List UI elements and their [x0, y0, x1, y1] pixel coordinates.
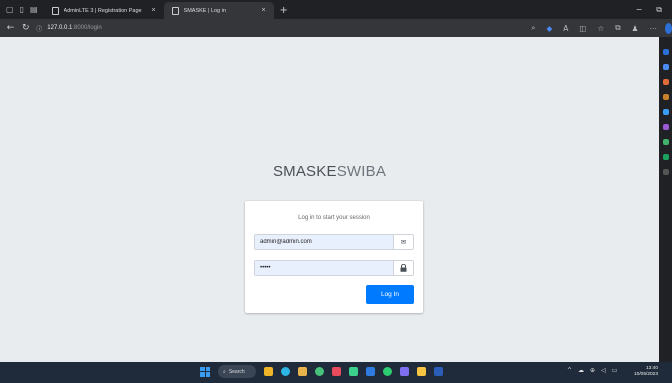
discover-icon[interactable]	[662, 64, 669, 70]
envelope-icon: ✉	[393, 235, 413, 249]
file-explorer-icon[interactable]	[264, 367, 273, 376]
zoom-icon[interactable]: ⌕	[531, 23, 535, 33]
split-screen-icon[interactable]: ◫	[579, 24, 586, 33]
word-icon[interactable]	[434, 367, 443, 376]
tools-icon[interactable]	[662, 94, 669, 100]
tab-title: AdminLTE 3 | Registration Page	[63, 7, 142, 14]
close-icon[interactable]: ×	[261, 7, 265, 14]
chrome-icon[interactable]	[298, 367, 307, 376]
tab-registration[interactable]: AdminLTE 3 | Registration Page ×	[44, 2, 164, 19]
app-icon[interactable]	[400, 367, 409, 376]
clock-date: 10/05/2023	[633, 372, 658, 377]
restore-icon[interactable]: ⧉	[656, 5, 662, 15]
window-menu-icon[interactable]: ▢	[6, 5, 14, 14]
edge-sidebar	[659, 37, 672, 362]
tab-login[interactable]: SMASKE | Log in ×	[163, 2, 274, 19]
profile-avatar[interactable]	[664, 22, 672, 34]
taskbar-apps: ⌕ Search	[200, 365, 443, 378]
outlook-icon[interactable]	[662, 139, 669, 145]
logo-light: SWIBA	[336, 163, 387, 180]
login-card: Log in to start your session ✉ Log In	[245, 201, 423, 313]
app-icon[interactable]	[332, 367, 341, 376]
cloud-icon[interactable]: ☁	[578, 367, 584, 374]
new-tab-button[interactable]: +	[274, 2, 294, 19]
address-bar[interactable]: ⓘ 127.0.0.1:8000/login	[36, 22, 521, 35]
password-input[interactable]	[255, 261, 393, 275]
shopping-icon[interactable]	[662, 79, 669, 85]
page-icon	[51, 6, 59, 15]
url-path: :8000/login	[72, 25, 102, 31]
collections-icon[interactable]: ⧉	[615, 23, 620, 33]
search-icon: ⌕	[223, 368, 226, 375]
login-button[interactable]: Log In	[366, 285, 414, 304]
login-page: SMASKESWIBA Log in to start your session…	[0, 37, 659, 362]
info-icon[interactable]: ⓘ	[36, 24, 42, 33]
vscode-icon[interactable]	[366, 367, 375, 376]
taskbar-clock[interactable]: 13:40 10/05/2023	[630, 366, 658, 378]
office-icon[interactable]	[662, 124, 669, 130]
close-icon[interactable]: ×	[151, 7, 155, 14]
windows-icon[interactable]	[200, 366, 210, 377]
app-icon[interactable]	[383, 367, 392, 376]
window-icons: ▢ ▯ ▤	[0, 0, 44, 19]
edge-icon[interactable]	[281, 367, 290, 376]
taskbar: ⌕ Search ^ ☁ ⊕ ◁ ▭ 13:40 10/05/2023	[0, 362, 672, 383]
browser-tab-strip: ▢ ▯ ▤ AdminLTE 3 | Registration Page × S…	[0, 0, 672, 19]
toolbar-icons: ⌕ ◆ A ◫ ☆ ⧉ ♟ ⋯	[531, 23, 657, 33]
password-group	[254, 260, 414, 276]
volume-icon[interactable]: ◁	[601, 367, 606, 374]
add-icon[interactable]	[662, 169, 669, 175]
login-message: Log in to start your session	[298, 215, 370, 221]
network-icon[interactable]: ⊕	[590, 367, 595, 374]
tab-actions-icon[interactable]: ▯	[20, 5, 24, 14]
tab-title: SMASKE | Log in	[183, 7, 226, 14]
drop-icon[interactable]	[662, 154, 669, 160]
read-aloud-icon[interactable]: A	[563, 24, 568, 33]
refresh-icon[interactable]: ↻	[21, 23, 30, 33]
email-group: ✉	[254, 234, 414, 250]
app-icon[interactable]	[349, 367, 358, 376]
back-icon[interactable]: ←	[6, 23, 15, 33]
window-controls: − ⧉	[636, 0, 672, 19]
more-icon[interactable]: ⋯	[649, 24, 657, 33]
email-input[interactable]	[255, 235, 393, 249]
taskbar-search[interactable]: ⌕ Search	[218, 365, 256, 378]
system-tray: ^ ☁ ⊕ ◁ ▭	[567, 367, 617, 374]
browser-toolbar: ← ↻ ⓘ 127.0.0.1:8000/login ⌕ ◆ A ◫ ☆ ⧉ ♟…	[0, 19, 672, 37]
app-icon[interactable]	[315, 367, 324, 376]
search-label: Search	[228, 368, 245, 375]
minimize-icon[interactable]: −	[636, 5, 643, 14]
favorite-icon[interactable]: ☆	[598, 24, 605, 33]
battery-icon[interactable]: ▭	[612, 367, 618, 374]
games-icon[interactable]	[662, 109, 669, 115]
workspaces-icon[interactable]: ▤	[30, 5, 38, 14]
chevron-up-icon[interactable]: ^	[567, 367, 572, 374]
page-logo[interactable]: SMASKESWIBA	[0, 163, 659, 180]
copilot-icon[interactable]: ♟	[632, 24, 639, 33]
search-icon[interactable]	[662, 49, 669, 55]
url-host: 127.0.0.1	[47, 25, 73, 31]
page-icon	[171, 6, 179, 15]
app-icon[interactable]	[417, 367, 426, 376]
extension-icon[interactable]: ◆	[546, 24, 552, 33]
logo-bold: SMASKE	[272, 163, 337, 180]
lock-icon	[393, 261, 413, 275]
